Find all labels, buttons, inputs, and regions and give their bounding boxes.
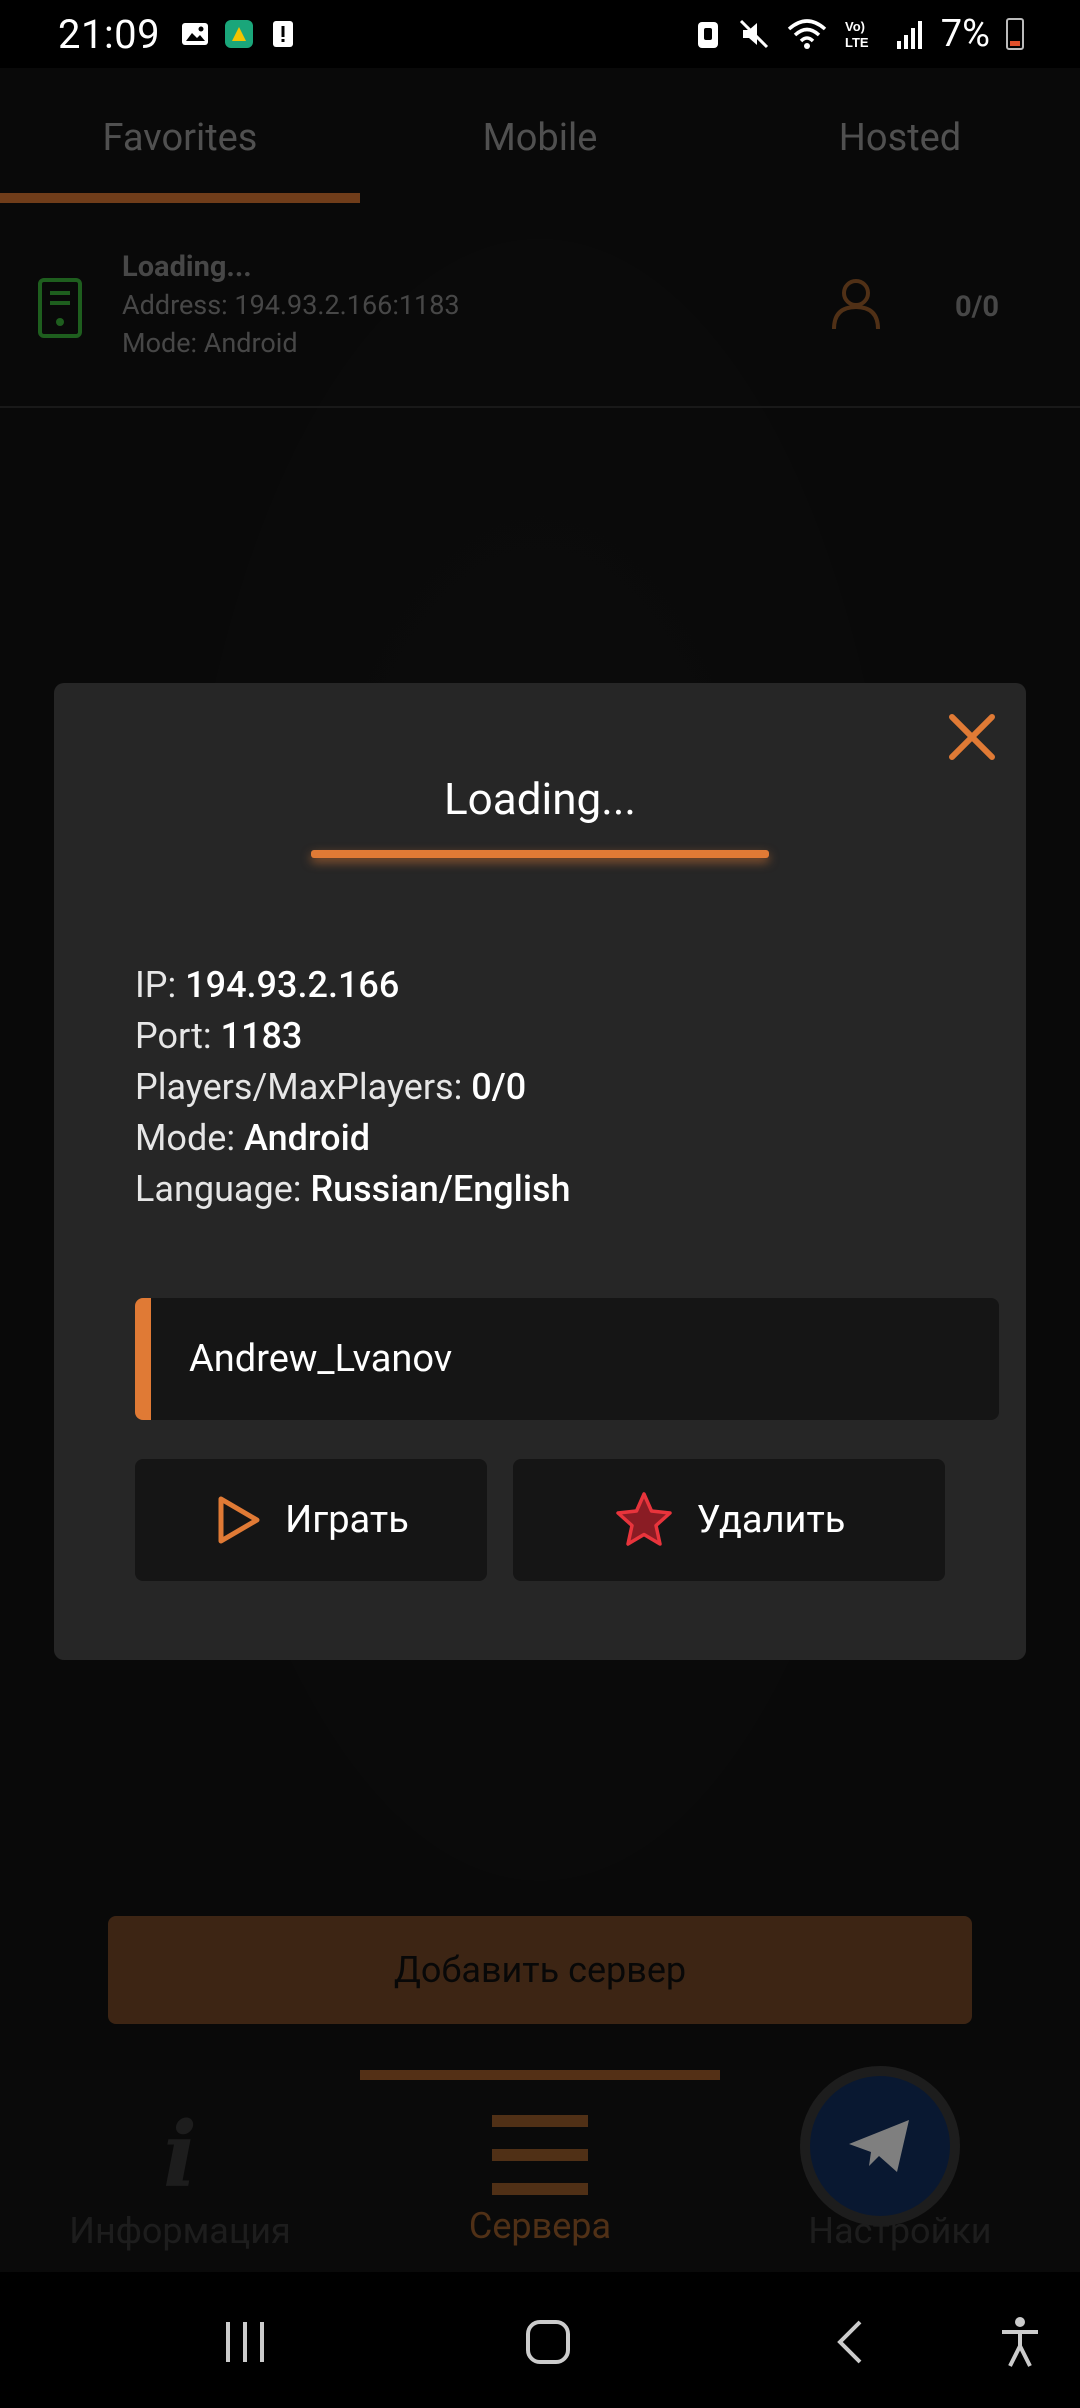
home-icon	[526, 2320, 570, 2364]
detail-port: Port: 1183	[135, 1015, 303, 1057]
server-details-dialog: Loading... IP: 194.93.2.166 Port: 1183 P…	[54, 683, 1026, 1660]
close-icon[interactable]	[944, 709, 1000, 765]
play-icon	[218, 1496, 260, 1544]
title-divider	[311, 850, 769, 858]
nickname-field[interactable]: Andrew_Lvanov	[135, 1298, 999, 1420]
system-nav-bar	[0, 2272, 1080, 2408]
battery-icon	[1006, 18, 1024, 50]
detail-mode: Mode: Android	[135, 1117, 371, 1159]
status-bar: 21:09 Vo) LTE 7%	[0, 0, 1080, 68]
detail-players: Players/MaxPlayers: 0/0	[135, 1066, 527, 1108]
delete-button[interactable]: Удалить	[513, 1459, 945, 1581]
recents-icon	[226, 2322, 264, 2362]
home-button[interactable]	[520, 2314, 576, 2370]
detail-ip: IP: 194.93.2.166	[135, 964, 400, 1006]
star-icon	[615, 1492, 672, 1546]
play-label: Играть	[285, 1498, 409, 1542]
accessibility-button[interactable]	[995, 2314, 1045, 2370]
dialog-title: Loading...	[443, 773, 637, 825]
back-button[interactable]	[830, 2314, 870, 2370]
volte-icon: Vo)LTE	[845, 19, 869, 50]
play-button[interactable]: Играть	[135, 1459, 487, 1581]
svg-text:Vo): Vo)	[845, 19, 865, 34]
status-time: 21:09	[58, 10, 161, 58]
server-details: IP: 194.93.2.166 Port: 1183 Players/MaxP…	[135, 960, 571, 1215]
mute-icon	[739, 19, 768, 49]
app-icon	[225, 20, 254, 48]
lock-icon	[697, 22, 718, 48]
delete-label: Удалить	[696, 1498, 846, 1542]
svg-text:LTE: LTE	[845, 35, 869, 50]
alert-icon	[273, 21, 294, 47]
recents-button[interactable]	[220, 2314, 270, 2370]
detail-language: Language: Russian/English	[135, 1168, 571, 1210]
gallery-icon	[182, 23, 209, 45]
signal-icon	[896, 21, 922, 49]
accessibility-icon	[1002, 2317, 1038, 2367]
battery-percent: 7%	[940, 12, 990, 56]
back-icon	[837, 2320, 862, 2364]
wifi-icon	[787, 19, 826, 49]
